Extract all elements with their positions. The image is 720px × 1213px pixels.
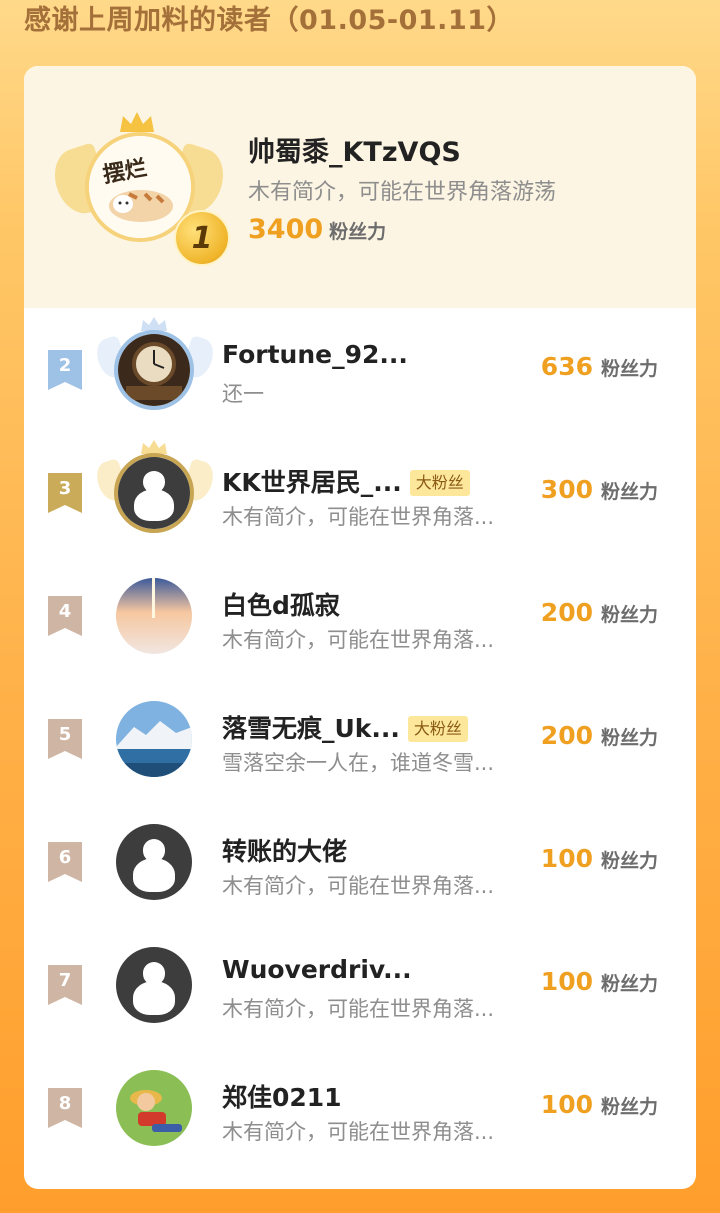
list-item[interactable]: 4 白色d孤寂 木有简介，可能在世界角落... 200 粉丝力 <box>24 556 696 666</box>
reader-name[interactable]: 白色d孤寂 <box>222 586 340 622</box>
avatar[interactable] <box>114 453 194 533</box>
list-item[interactable]: 3 KK世界居民_... 大粉丝 木有简介，可能在世界角落... 300 粉丝力 <box>24 433 696 543</box>
rank-badge: 7 <box>48 965 82 1005</box>
list-item[interactable]: 5 落雪无痕_Uk... 大粉丝 雪落空余一人在，谁道冬雪... 200 粉丝力 <box>24 679 696 789</box>
default-user-icon <box>116 947 192 1023</box>
top-reader-bio: 木有简介，可能在世界角落游荡 <box>248 180 557 205</box>
reader-fans: 300 粉丝力 <box>541 475 658 504</box>
rank-badge: 2 <box>48 350 82 390</box>
fans-label: 粉丝力 <box>600 850 658 872</box>
rank-1-medal: 1 <box>174 210 230 266</box>
top-reader-avatar-frame[interactable]: 摆烂 1 <box>46 110 232 266</box>
cat-avatar-image: 摆烂 <box>89 136 191 238</box>
snow-mountain-avatar-image <box>116 701 192 777</box>
reader-bio: 雪落空余一人在，谁道冬雪... <box>222 751 495 775</box>
avatar[interactable] <box>116 578 192 654</box>
rank-badge: 6 <box>48 842 82 882</box>
reader-name[interactable]: Fortune_92... <box>222 340 408 369</box>
reader-bio: 还一 <box>222 382 264 406</box>
fans-label: 粉丝力 <box>600 727 658 749</box>
fans-label: 粉丝力 <box>600 358 658 380</box>
fans-label: 粉丝力 <box>600 1096 658 1118</box>
reader-name[interactable]: KK世界居民_... 大粉丝 <box>222 463 470 499</box>
reader-fans: 100 粉丝力 <box>541 844 658 873</box>
reader-fans: 636 粉丝力 <box>541 352 658 381</box>
avatar[interactable] <box>116 701 192 777</box>
reader-fans: 200 粉丝力 <box>541 721 658 750</box>
sunset-avatar-image <box>116 578 192 654</box>
list-item[interactable]: 8 郑佳0211 木有简介，可能在世界角落... 100 粉丝力 <box>24 1048 696 1158</box>
reader-bio: 木有简介，可能在世界角落... <box>222 628 495 652</box>
reader-name[interactable]: 落雪无痕_Uk... 大粉丝 <box>222 709 468 745</box>
fans-number: 300 <box>540 475 593 504</box>
clock-avatar-image <box>118 334 190 406</box>
reader-fans: 200 粉丝力 <box>541 598 658 627</box>
avatar[interactable] <box>116 1070 192 1146</box>
rank-badge: 3 <box>48 473 82 513</box>
reader-name[interactable]: 转账的大佬 <box>222 832 347 868</box>
default-user-icon <box>118 457 190 529</box>
rank-badge: 8 <box>48 1088 82 1128</box>
fans-number: 636 <box>540 352 593 381</box>
reader-name[interactable]: 郑佳0211 <box>222 1078 342 1114</box>
big-fan-badge: 大粉丝 <box>409 470 470 496</box>
reader-bio: 木有简介，可能在世界角落... <box>222 874 495 898</box>
reader-ranking-card: 摆烂 1 帅蜀黍_KTzVQS 木有简介，可能在世界角落游荡 3400 粉丝力 2 <box>24 66 696 1189</box>
fans-label: 粉丝力 <box>600 481 658 503</box>
reader-fans: 100 粉丝力 <box>541 967 658 996</box>
reader-bio: 木有简介，可能在世界角落... <box>222 997 495 1021</box>
fans-label: 粉丝力 <box>329 221 387 243</box>
crown-icon <box>120 112 154 132</box>
reader-bio: 木有简介，可能在世界角落... <box>222 505 495 529</box>
avatar[interactable] <box>114 330 194 410</box>
fans-number: 100 <box>540 844 593 873</box>
fans-label: 粉丝力 <box>600 973 658 995</box>
fans-number: 200 <box>540 598 593 627</box>
reader-name[interactable]: Wuoverdriv... <box>222 955 412 984</box>
page-title: 感谢上周加料的读者（01.05-01.11） <box>24 5 515 36</box>
list-item[interactable]: 7 Wuoverdriv... 木有简介，可能在世界角落... 100 粉丝力 <box>24 925 696 1035</box>
avatar[interactable] <box>116 947 192 1023</box>
list-item[interactable]: 6 转账的大佬 木有简介，可能在世界角落... 100 粉丝力 <box>24 802 696 912</box>
default-user-icon <box>116 824 192 900</box>
top-reader-name[interactable]: 帅蜀黍_KTzVQS <box>248 130 461 169</box>
fans-number: 100 <box>540 967 593 996</box>
rank-badge: 4 <box>48 596 82 636</box>
top-reader-fans: 3400 粉丝力 <box>248 214 386 245</box>
anime-character-avatar-image <box>116 1070 192 1146</box>
list-item[interactable]: 2 Fortune_92... 还一 636 粉丝力 <box>24 310 696 420</box>
fans-number: 3400 <box>248 214 324 245</box>
reader-bio: 木有简介，可能在世界角落... <box>222 1120 495 1144</box>
top-reader-section[interactable]: 摆烂 1 帅蜀黍_KTzVQS 木有简介，可能在世界角落游荡 3400 粉丝力 <box>24 66 696 308</box>
reader-fans: 100 粉丝力 <box>541 1090 658 1119</box>
big-fan-badge: 大粉丝 <box>407 716 468 742</box>
fans-number: 100 <box>540 1090 593 1119</box>
rank-badge: 5 <box>48 719 82 759</box>
fans-number: 200 <box>540 721 593 750</box>
avatar[interactable] <box>116 824 192 900</box>
fans-label: 粉丝力 <box>600 604 658 626</box>
